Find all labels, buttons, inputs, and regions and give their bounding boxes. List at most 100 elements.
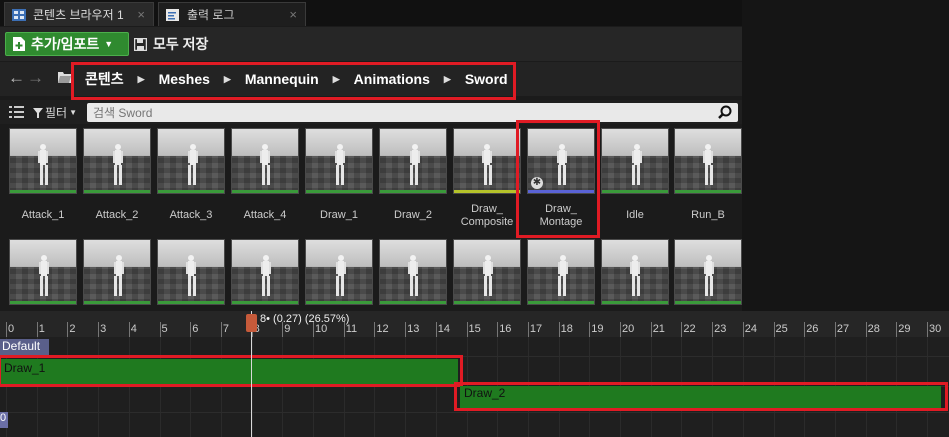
breadcrumb-item-content[interactable]: 콘텐츠 <box>85 69 124 89</box>
mannequin-figure <box>558 255 568 296</box>
timeline-tick-label: 12 <box>376 323 389 335</box>
filter-icon <box>33 107 43 118</box>
asset-type-bar <box>10 301 76 304</box>
asset-thumbnail[interactable] <box>9 128 77 194</box>
timeline-tick <box>527 322 529 337</box>
asset-type-bar <box>84 301 150 304</box>
search-icon[interactable] <box>718 105 732 119</box>
back-arrow-icon[interactable]: ← <box>8 68 25 88</box>
chevron-down-icon: ▼ <box>69 108 78 117</box>
tab-content-browser[interactable]: 콘텐츠 브라우저 1 × <box>4 2 154 26</box>
segment-highlight <box>454 382 948 411</box>
close-icon[interactable]: × <box>137 7 145 22</box>
forward-arrow-icon[interactable]: → <box>27 68 44 88</box>
asset-thumbnail[interactable] <box>379 128 447 194</box>
timeline-tick <box>742 322 744 337</box>
timeline-tick <box>435 322 437 337</box>
asset-thumbnail[interactable] <box>305 128 373 194</box>
tab-output-log[interactable]: 출력 로그 × <box>158 2 306 26</box>
chevron-right-icon: ▶ <box>443 73 451 84</box>
timeline-tick <box>405 322 407 337</box>
breadcrumb: 콘텐츠 ▶ Meshes ▶ Mannequin ▶ Animations ▶ … <box>80 66 508 92</box>
asset-thumbnail[interactable] <box>379 239 447 305</box>
asset-thumbnail[interactable] <box>231 239 299 305</box>
asset-thumbnail[interactable] <box>674 128 742 194</box>
timeline-tick-label: 18 <box>560 323 573 335</box>
timeline-tick <box>466 322 468 337</box>
slot-label[interactable]: Default <box>0 339 49 356</box>
timeline-tick <box>159 322 161 337</box>
search-field[interactable] <box>87 103 738 122</box>
timeline-gridline <box>435 337 437 437</box>
timeline-tick <box>773 322 775 337</box>
timeline-tick-label: 15 <box>468 323 481 335</box>
asset-label: Attack_2 <box>95 209 139 221</box>
breadcrumb-item-sword[interactable]: Sword <box>465 71 508 87</box>
mannequin-figure <box>113 144 123 185</box>
filter-label: 필터 <box>45 106 68 120</box>
timeline-tick-label: 1 <box>38 323 45 335</box>
asset-type-bar <box>158 301 224 304</box>
mannequin-figure <box>703 144 713 185</box>
timeline-tick <box>128 322 130 337</box>
save-all-button[interactable]: 모두 저장 <box>134 32 208 56</box>
save-icon <box>134 37 147 51</box>
timeline-tick-label: 17 <box>529 323 543 335</box>
timeline-tick-label: 21 <box>652 323 665 335</box>
asset-thumbnail[interactable] <box>83 239 151 305</box>
mannequin-figure <box>39 255 49 296</box>
asset-type-bar <box>602 190 668 193</box>
timeline-tick-label: 28 <box>867 323 880 335</box>
asset-thumbnail[interactable] <box>157 128 225 194</box>
asset-thumbnail[interactable] <box>674 239 742 305</box>
timeline-tick <box>620 322 621 337</box>
breadcrumb-item-mannequin[interactable]: Mannequin <box>245 71 319 87</box>
timeline-tick-label: 27 <box>836 323 850 335</box>
search-input[interactable] <box>91 103 695 122</box>
new-file-icon <box>13 37 25 51</box>
list-view-icon[interactable] <box>9 106 24 118</box>
breadcrumb-item-meshes[interactable]: Meshes <box>159 71 210 87</box>
asset-thumbnail[interactable] <box>305 239 373 305</box>
timeline-tick <box>36 322 38 337</box>
asset-type-bar <box>454 301 520 304</box>
close-icon[interactable]: × <box>289 7 297 22</box>
asset-thumbnail[interactable] <box>601 128 669 194</box>
timeline-tick-label: 4 <box>130 323 137 335</box>
timeline-tick-label: 6 <box>192 323 199 335</box>
filter-button[interactable]: 필터 ▼ <box>33 104 77 121</box>
asset-thumbnail[interactable] <box>9 239 77 305</box>
content-browser-icon <box>12 8 26 21</box>
asset-label: Attack_3 <box>169 209 213 221</box>
timeline-tick-label: 19 <box>591 323 604 335</box>
asset-thumbnail[interactable] <box>83 128 151 194</box>
breadcrumb-item-animations[interactable]: Animations <box>354 71 430 87</box>
mannequin-figure <box>630 255 640 296</box>
timeline-tick <box>834 322 836 337</box>
asset-thumbnail[interactable] <box>527 239 595 305</box>
asset-thumbnail[interactable] <box>453 128 521 194</box>
asset-thumbnail[interactable] <box>601 239 669 305</box>
asset-thumbnail[interactable] <box>157 239 225 305</box>
mannequin-figure <box>38 144 48 185</box>
timeline-tick-label: 29 <box>898 323 911 335</box>
asset-type-bar <box>675 301 741 304</box>
timeline-tick-label: 14 <box>437 323 451 335</box>
add-import-button[interactable]: 추가/임포트 ▼ <box>5 32 129 56</box>
timeline-gridline <box>190 337 192 437</box>
timeline-tick-label: 2 <box>69 323 76 335</box>
timeline-tick <box>927 322 928 337</box>
asset-type-bar <box>675 190 741 193</box>
playhead-handle[interactable] <box>246 314 257 332</box>
asset-label: Draw_1 <box>320 209 358 221</box>
segment-highlight <box>0 355 463 387</box>
mannequin-figure <box>410 144 420 185</box>
asset-thumbnail[interactable] <box>231 128 299 194</box>
asset-thumbnail[interactable] <box>453 239 521 305</box>
timeline-gridline <box>374 337 376 437</box>
timeline-tick <box>712 322 714 337</box>
timeline-tick <box>650 322 652 337</box>
timeline-gridline <box>313 337 314 437</box>
timeline-tick <box>220 322 222 337</box>
timeline-tick <box>98 322 100 337</box>
